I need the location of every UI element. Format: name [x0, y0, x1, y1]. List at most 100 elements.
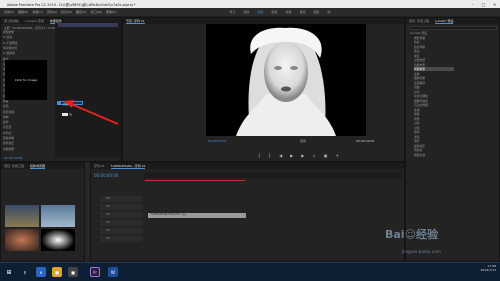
effects-tree-item[interactable]: 时间	[414, 90, 420, 94]
time-ruler[interactable]	[144, 172, 402, 178]
effects-tree-item[interactable]: 调整	[414, 117, 420, 121]
effects-tree-item[interactable]: 过时	[414, 121, 420, 125]
menu-help[interactable]: 帮助(H)	[106, 10, 117, 14]
add-button-icon[interactable]: +	[335, 153, 338, 158]
effect-row[interactable]: 对比度0.0	[3, 125, 67, 129]
effects-tree-item[interactable]: 模糊与锐化	[414, 99, 428, 103]
clock-date[interactable]: 2019/7/13	[481, 268, 496, 272]
thumbnail-1[interactable]	[5, 205, 39, 227]
tab-lumetri-scopes[interactable]: Lumetri 范围	[25, 19, 44, 23]
track-header[interactable]: A2	[100, 228, 142, 234]
tab-sequence-active[interactable]: 5d4f6b2f0a8e...序列 01	[110, 164, 146, 169]
mark-in-icon[interactable]: {	[258, 153, 261, 158]
minimize-icon[interactable]: –	[467, 0, 478, 8]
fit-dropdown[interactable]: 完整	[300, 139, 306, 143]
effects-tree-item[interactable]: 扭曲	[414, 85, 420, 89]
effects-tree-item[interactable]: 沉浸式视频	[414, 103, 428, 107]
effects-tree-item[interactable]: 视频过渡	[414, 153, 425, 157]
menu-marker[interactable]: 标记(M)	[61, 10, 72, 14]
checkbox-icon[interactable]	[58, 102, 61, 104]
color-swatch[interactable]	[62, 113, 68, 116]
effects-tree-item[interactable]: Lumetri 预设	[410, 31, 427, 35]
workspace-effects[interactable]: 效果	[286, 10, 292, 14]
app-icon[interactable]: ■	[68, 267, 78, 277]
menu-window[interactable]: 窗口(W)	[91, 10, 102, 14]
tab-effects[interactable]: Lumetri 预设	[434, 19, 454, 24]
track-header[interactable]: A1	[100, 220, 142, 226]
thumbnail-2[interactable]	[41, 205, 75, 227]
workspace-learn[interactable]: 学习	[229, 10, 235, 14]
effects-tree-item[interactable]: 通道	[414, 135, 420, 139]
effects-tree-item[interactable]: 过渡效果	[414, 58, 425, 62]
effects-tree-item[interactable]: 音频效果	[414, 63, 425, 67]
effects-tree-item[interactable]: 变换	[414, 72, 420, 76]
effect-row[interactable]: 抑制0.0	[3, 115, 67, 119]
effects-tree-item[interactable]: 杂色与颗粒	[414, 94, 428, 98]
workspace-assembly[interactable]: 组件	[243, 10, 249, 14]
effect-row[interactable]: 遮罩清除	[3, 110, 55, 114]
effects-tree-item[interactable]: 视频效果	[414, 67, 454, 71]
track-header[interactable]: V3	[100, 196, 142, 202]
workspace-color[interactable]: 颜色	[271, 10, 277, 14]
effect-row[interactable]: fx 运动	[3, 35, 55, 39]
effects-tree-item[interactable]: 过渡	[414, 126, 420, 130]
close-icon[interactable]: ✕	[489, 0, 500, 8]
effects-tree-item[interactable]: 电影风格	[414, 36, 425, 40]
effects-tree-item[interactable]: 透视	[414, 130, 420, 134]
effects-tree-item[interactable]: 胶片风格	[414, 45, 425, 49]
workspace-audio[interactable]: 音频	[300, 10, 306, 14]
step-back-icon[interactable]: ◀	[279, 153, 282, 158]
eyedropper-icon[interactable]: ✎	[69, 112, 72, 117]
effects-tree-item[interactable]: 视频	[414, 112, 420, 116]
effects-tree-item[interactable]: 颜色校正	[414, 144, 425, 148]
export-frame-icon[interactable]: ▣	[324, 153, 328, 158]
effect-row[interactable]: 音频效果	[3, 147, 55, 151]
folder-icon[interactable]: ■	[52, 267, 62, 277]
step-forward-icon[interactable]: ▶	[301, 153, 304, 158]
ec-timecode[interactable]: 00:00:00:00	[4, 156, 22, 160]
effect-row[interactable]: fx 超级键	[3, 51, 55, 55]
effects-tree-item[interactable]: 实用程序	[414, 81, 425, 85]
tab-source[interactable]: 源:(无剪辑)	[4, 19, 19, 23]
effects-tree-item[interactable]: 色彩	[414, 40, 420, 44]
effect-row[interactable]: 溅落抑制	[3, 136, 55, 140]
tab-program[interactable]: 节目: 序列 01	[126, 19, 145, 24]
menu-graphics[interactable]: 图形(G)	[76, 10, 87, 14]
menu-sequence[interactable]: 序列(S)	[47, 10, 57, 14]
mark-out-icon[interactable]: }	[269, 153, 272, 158]
video-frame[interactable]	[206, 24, 366, 136]
timeline-timecode[interactable]: 00:00:00:00	[94, 173, 118, 178]
effect-mini-timeline[interactable]	[55, 23, 121, 158]
tab-media[interactable]: 媒体浏览器	[29, 164, 45, 169]
effect-row[interactable]: 时间重映射	[3, 46, 55, 50]
thumbnail-3[interactable]	[5, 229, 39, 251]
windows-start-icon[interactable]: ⊞	[4, 267, 14, 277]
insert-icon[interactable]: ↓	[312, 153, 315, 158]
effects-tree-item[interactable]: 黑白	[414, 49, 420, 53]
track-header[interactable]: V1	[100, 212, 142, 218]
clip-thumbnail[interactable]: Click for Image	[5, 60, 47, 100]
edge-icon[interactable]: e	[36, 267, 46, 277]
word-icon[interactable]: W	[108, 267, 118, 277]
workspace-graphics[interactable]: 图形	[314, 10, 320, 14]
menu-edit[interactable]: 编辑(E)	[18, 10, 28, 14]
premiere-icon[interactable]: Pr	[90, 267, 100, 277]
effect-row[interactable]: 柔化0.0	[3, 120, 67, 124]
effect-row[interactable]: 颜色校正	[3, 141, 55, 145]
tab-sequence[interactable]: 序列 01	[94, 164, 105, 168]
play-icon[interactable]: ▶	[290, 153, 293, 158]
effects-tree-item[interactable]: 图像控制	[414, 76, 425, 80]
tab-project[interactable]: 项目: 影视工程	[409, 19, 429, 23]
workspace-libraries[interactable]: 库	[328, 10, 331, 14]
effects-tree-item[interactable]: 风格化	[414, 148, 422, 152]
timeline-clip[interactable]: 5d4f6b2f0a8e7f2b0c5f3...jpg	[148, 213, 246, 218]
search-icon[interactable]: ⚲	[20, 267, 30, 277]
effect-row[interactable]: fx 不透明度	[3, 41, 55, 45]
effects-tree-item[interactable]: 键控	[414, 139, 420, 143]
search-input[interactable]	[409, 26, 497, 30]
menu-clip[interactable]: 剪辑(C)	[32, 10, 42, 14]
menu-file[interactable]: 文件(F)	[4, 10, 14, 14]
tab-project-bin[interactable]: 项目: 影视工程	[4, 164, 24, 168]
program-timecode[interactable]: 00:00:00:00	[208, 139, 226, 143]
workspace-editing[interactable]: 编辑	[257, 10, 263, 14]
